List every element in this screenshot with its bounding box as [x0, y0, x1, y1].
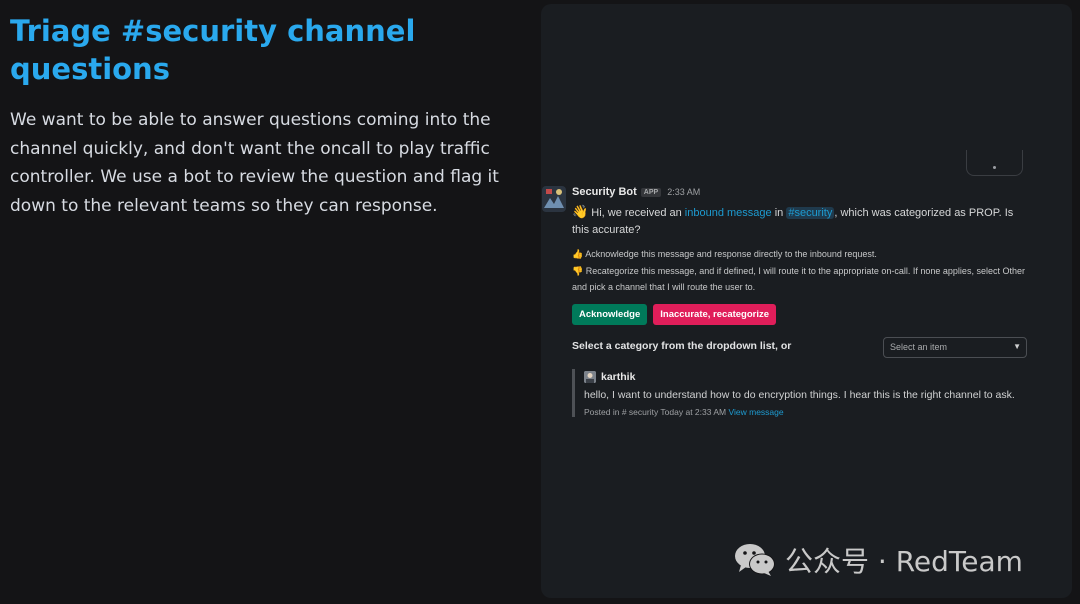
acknowledge-button[interactable]: Acknowledge: [572, 303, 648, 325]
ack-instruction: 👍 Acknowledge this message and response …: [572, 249, 877, 259]
category-select-row: Select a category from the dropdown list…: [572, 336, 1032, 359]
wechat-icon: [735, 544, 775, 576]
inbound-message-link[interactable]: inbound message: [685, 207, 772, 219]
chevron-down-icon: ▼: [1013, 341, 1021, 351]
security-channel-link[interactable]: #security: [786, 207, 835, 219]
quote-time: Today at 2:33 AM: [660, 406, 727, 417]
quote-author-name[interactable]: karthik: [601, 371, 635, 383]
quote-meta: Posted in # security Today at 2:33 AM Vi…: [584, 406, 784, 417]
action-buttons: Acknowledge Inaccurate, recategorize: [572, 303, 1032, 325]
watermark: 公众号 · RedTeam: [733, 540, 1023, 580]
thumbs-up-icon: 👍: [572, 249, 584, 259]
view-message-link[interactable]: View message: [728, 407, 783, 417]
quoted-message: karthik hello, I want to understand how …: [572, 368, 1032, 417]
watermark-text: 公众号 · RedTeam: [785, 545, 1023, 578]
category-dropdown[interactable]: Select an item ▼: [883, 336, 1027, 358]
sender-name[interactable]: Security Bot: [572, 186, 637, 198]
app-badge: APP: [640, 187, 662, 197]
quote-channel[interactable]: # security: [622, 407, 658, 417]
security-bot-avatar[interactable]: [542, 186, 566, 212]
slide-title-line-1: Triage #security channel: [10, 14, 416, 48]
dropdown-placeholder: Select an item: [890, 342, 948, 352]
thumbs-down-icon: 👎: [572, 265, 584, 276]
wave-icon: 👋: [572, 204, 589, 219]
message-timestamp[interactable]: 2:33 AM: [667, 187, 700, 197]
message-text: 👋 Hi, we received an inbound message in …: [572, 204, 1014, 236]
slide-title-line-2: questions: [10, 52, 170, 86]
previous-message-edge: [966, 150, 1023, 176]
quote-author-row: karthik: [584, 369, 1032, 385]
recat-instruction: 👎 Recategorize this message, and if defi…: [572, 265, 1025, 293]
karthik-avatar[interactable]: [584, 370, 596, 383]
quote-text: hello, I want to understand how to do en…: [584, 388, 1015, 401]
bot-message: Security Bot APP 2:33 AM 👋 Hi, we receiv…: [572, 184, 1032, 417]
recategorize-button[interactable]: Inaccurate, recategorize: [653, 303, 777, 325]
message-header: Security Bot APP 2:33 AM: [572, 184, 1032, 200]
instructions: 👍 Acknowledge this message and response …: [572, 246, 1032, 296]
slide-body: We want to be able to answer questions c…: [10, 110, 499, 216]
slide-text-area: Triage #security channel questions We wa…: [10, 12, 522, 220]
category-select-label: Select a category from the dropdown list…: [572, 339, 792, 352]
slack-panel: Security Bot APP 2:33 AM 👋 Hi, we receiv…: [541, 4, 1072, 598]
slide-title: Triage #security channel questions: [10, 12, 522, 88]
